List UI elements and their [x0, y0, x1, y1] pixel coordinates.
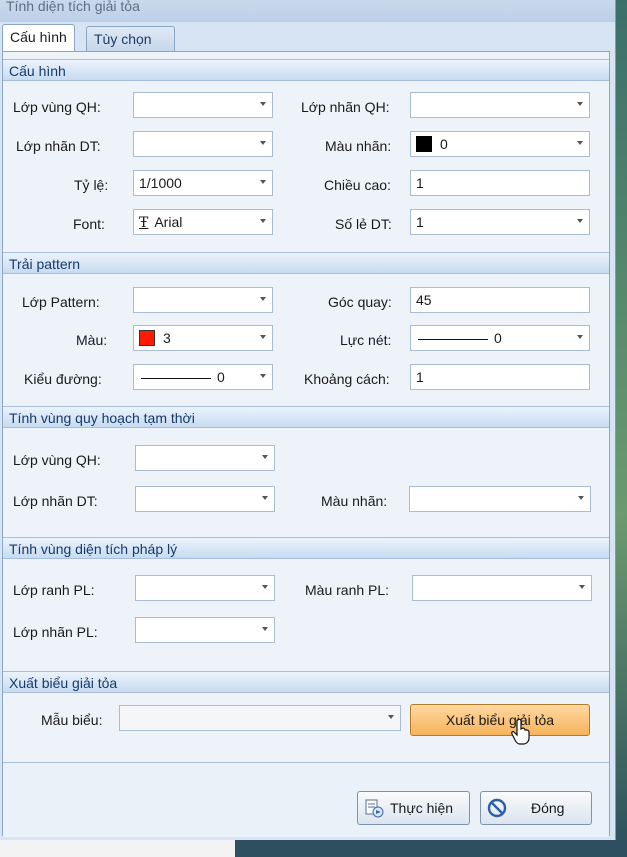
- color-swatch: [139, 329, 155, 346]
- lop-nhan-qh-combo[interactable]: [410, 92, 590, 118]
- mau-bieu-label: Mẫu biểu:: [41, 712, 103, 728]
- chevron-down-icon: [577, 219, 583, 223]
- chevron-down-icon: [262, 627, 268, 631]
- lop-pattern-label: Lớp Pattern:: [22, 294, 100, 310]
- luc-net-combo[interactable]: 0: [410, 325, 590, 351]
- linetype-sample: [141, 377, 211, 379]
- dong-label: Đóng: [531, 800, 565, 816]
- dong-button[interactable]: Đóng: [480, 791, 592, 825]
- lop-vung-qh-combo[interactable]: [133, 92, 273, 118]
- chevron-down-icon: [262, 455, 268, 459]
- background-text: [0, 840, 235, 857]
- lop-nhan-pl-combo[interactable]: [135, 617, 275, 643]
- chevron-down-icon: [260, 141, 266, 145]
- mau-bieu-combo[interactable]: [119, 705, 401, 731]
- mau-ranh-pl-label: Màu ranh PL:: [305, 582, 390, 598]
- lop-ranh-pl-combo[interactable]: [135, 575, 275, 601]
- mau-label: Màu:: [76, 332, 108, 348]
- chevron-down-icon: [260, 374, 266, 378]
- chevron-down-icon: [260, 180, 266, 184]
- mau-combo[interactable]: 3: [133, 325, 273, 351]
- chevron-down-icon: [577, 102, 583, 106]
- tt-lop-vung-qh-combo[interactable]: [135, 445, 275, 471]
- ty-le-combo[interactable]: 1/1000: [133, 170, 273, 196]
- chevron-down-icon: [388, 715, 394, 719]
- tt-mau-nhan-combo[interactable]: [409, 486, 591, 512]
- section-xuat-bieu-header: Xuất biểu giải tỏa: [3, 671, 609, 693]
- tt-lop-vung-qh-label: Lớp vùng QH:: [13, 452, 101, 468]
- tt-lop-nhan-dt-label: Lớp nhãn DT:: [13, 493, 98, 509]
- chevron-down-icon: [577, 141, 583, 145]
- truetype-font-icon: Ŧ: [139, 215, 149, 231]
- chevron-down-icon: [260, 335, 266, 339]
- tt-mau-nhan-label: Màu nhãn:: [321, 493, 388, 509]
- thuc-hien-button[interactable]: Thực hiện: [357, 791, 470, 825]
- lop-nhan-pl-label: Lớp nhãn PL:: [13, 624, 98, 640]
- lop-pattern-combo[interactable]: [133, 287, 273, 313]
- section-trai-pattern-header: Trải pattern: [3, 252, 609, 274]
- section-phap-ly: Lớp ranh PL: Màu ranh PL: Lớp nhãn PL:: [3, 560, 609, 670]
- lop-nhan-dt-label: Lớp nhãn DT:: [16, 138, 101, 154]
- run-document-icon: [365, 799, 384, 818]
- lop-nhan-qh-label: Lớp nhãn QH:: [301, 99, 390, 115]
- chevron-down-icon: [578, 496, 584, 500]
- tt-lop-nhan-dt-combo[interactable]: [135, 486, 275, 512]
- goc-quay-input[interactable]: 45: [410, 287, 590, 313]
- so-le-dt-label: Số lẻ DT:: [335, 216, 392, 232]
- chevron-down-icon: [262, 496, 268, 500]
- dialog-window: Tính diện tích giải tỏa Cấu hình Tùy chọ…: [0, 0, 616, 840]
- section-cau-hinh: Lớp vùng QH: Lớp nhãn QH: Lớp nhãn DT: M…: [3, 82, 609, 245]
- chevron-down-icon: [260, 297, 266, 301]
- luc-net-label: Lực nét:: [340, 332, 392, 348]
- section-trai-pattern: Lớp Pattern: Góc quay: 45 Màu: 3 Lực nét…: [3, 275, 609, 400]
- mau-nhan-label: Màu nhãn:: [325, 138, 392, 154]
- tab-cau-hinh[interactable]: Cấu hình: [2, 24, 75, 51]
- khoang-cach-label: Khoảng cách:: [304, 371, 390, 387]
- chieu-cao-label: Chiều cao:: [324, 177, 391, 193]
- line-weight-sample: [418, 338, 488, 340]
- lop-nhan-dt-combo[interactable]: [133, 131, 273, 157]
- chevron-down-icon: [260, 219, 266, 223]
- kieu-duong-combo[interactable]: 0: [133, 364, 273, 390]
- section-xuat-bieu: Mẫu biểu: Xuất biểu giải tỏa: [3, 694, 609, 756]
- section-phap-ly-header: Tính vùng diện tích pháp lý: [3, 537, 609, 559]
- ty-le-label: Tỷ lệ:: [74, 177, 109, 193]
- goc-quay-label: Góc quay:: [328, 294, 392, 310]
- close-circle-icon: [487, 798, 507, 818]
- mau-nhan-combo[interactable]: 0: [410, 131, 590, 157]
- section-cau-hinh-header: Cấu hình: [3, 59, 609, 81]
- font-combo[interactable]: Ŧ Arial: [133, 209, 273, 235]
- section-tam-thoi: Lớp vùng QH: Lớp nhãn DT: Màu nhãn:: [3, 429, 609, 529]
- mau-ranh-pl-combo[interactable]: [412, 575, 592, 601]
- so-le-dt-combo[interactable]: 1: [410, 209, 590, 235]
- button-bar: Thực hiện Đóng: [3, 762, 609, 837]
- kieu-duong-label: Kiểu đường:: [24, 371, 102, 387]
- section-tam-thoi-header: Tính vùng quy hoạch tạm thời: [3, 406, 609, 428]
- tab-strip: Cấu hình Tùy chọn: [0, 24, 615, 52]
- chevron-down-icon: [262, 585, 268, 589]
- tab-content: Cấu hình Lớp vùng QH: Lớp nhãn QH: Lớp n…: [2, 51, 610, 837]
- chevron-down-icon: [579, 585, 585, 589]
- mouse-cursor-icon: [511, 718, 530, 745]
- lop-vung-qh-label: Lớp vùng QH:: [13, 99, 101, 115]
- font-label: Font:: [73, 216, 105, 232]
- tab-tuy-chon[interactable]: Tùy chọn: [86, 26, 175, 51]
- color-swatch: [416, 135, 432, 152]
- lop-ranh-pl-label: Lớp ranh PL:: [13, 582, 95, 598]
- chieu-cao-input[interactable]: 1: [410, 170, 590, 196]
- xuat-bieu-button[interactable]: Xuất biểu giải tỏa: [410, 704, 590, 736]
- thuc-hien-label: Thực hiện: [390, 800, 454, 816]
- khoang-cach-input[interactable]: 1: [410, 364, 590, 390]
- chevron-down-icon: [577, 335, 583, 339]
- chevron-down-icon: [260, 102, 266, 106]
- background-canvas: [615, 0, 627, 857]
- window-title: Tính diện tích giải tỏa: [0, 0, 615, 22]
